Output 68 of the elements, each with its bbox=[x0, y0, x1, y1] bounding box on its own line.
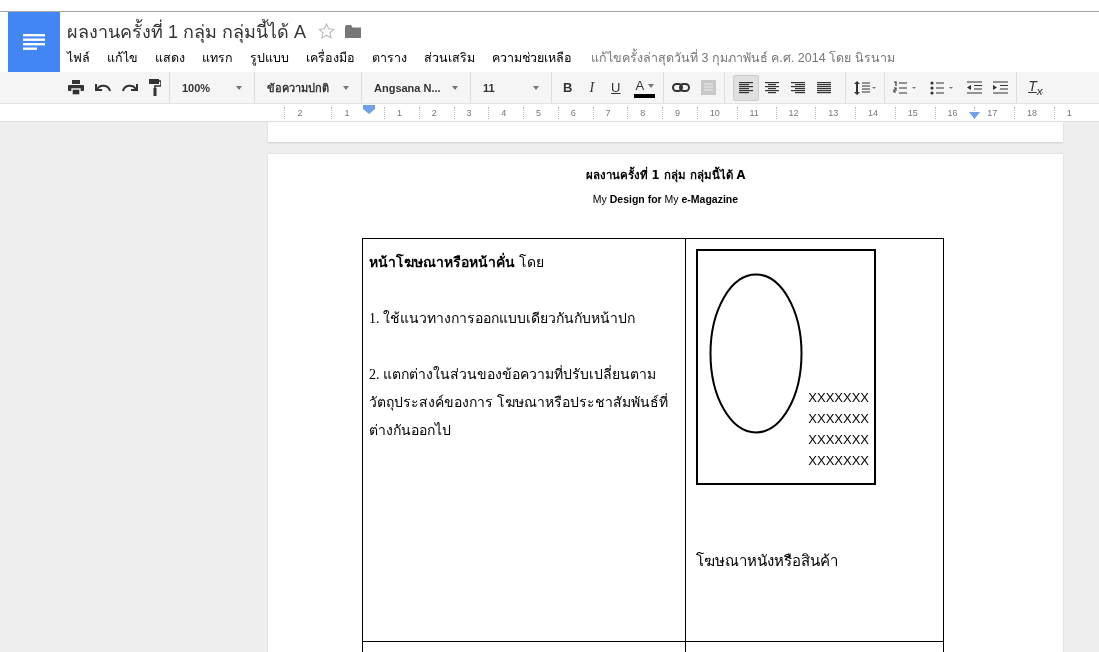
menu-item[interactable]: ตาราง bbox=[372, 48, 407, 68]
ruler-number: 13 bbox=[815, 106, 851, 119]
ruler-number: 8 bbox=[627, 106, 658, 119]
right-indent-marker-icon[interactable] bbox=[969, 111, 980, 119]
increase-indent-icon[interactable] bbox=[993, 81, 1009, 94]
ruler-number: 11 bbox=[736, 106, 771, 119]
underline-button[interactable]: U bbox=[608, 75, 624, 100]
document-title[interactable]: ผลงานครั้งที่ 1 กลุ่ม กลุ่มนี้ได้ A bbox=[67, 16, 307, 46]
document-subheading: My Design for My e-Magazine bbox=[592, 193, 739, 205]
align-left-icon bbox=[739, 81, 754, 94]
placeholder-text: XXXXXXX bbox=[808, 452, 869, 470]
undo-icon[interactable] bbox=[95, 82, 111, 93]
line-spacing-icon[interactable] bbox=[854, 80, 877, 95]
decrease-indent-icon[interactable] bbox=[967, 81, 983, 94]
ruler-number: 7 bbox=[592, 106, 623, 119]
menu-item[interactable]: แก้ไข bbox=[107, 48, 138, 68]
ruler-number: 2 bbox=[418, 106, 449, 119]
ruler-number: 1 bbox=[331, 106, 362, 119]
menu-item[interactable]: ไฟล์ bbox=[67, 48, 90, 68]
last-edit-link[interactable]: แก้ไขครั้งล่าสุดวันที่ 3 กุมภาพันธ์ ค.ศ. 2014 โดย นิรนาม bbox=[591, 48, 895, 68]
menu-item[interactable]: ส่วนเสริม bbox=[424, 48, 475, 68]
cell-paragraph: 1. ใช้แนวทางการออกแบบเดียวกันกับหน้าปก bbox=[369, 309, 636, 328]
menu-item[interactable]: แสดง bbox=[155, 48, 185, 68]
align-left-button[interactable] bbox=[733, 74, 760, 101]
cell-paragraph: หน้าโฆษณาหรือหน้าคั่น โดย bbox=[369, 249, 679, 277]
placeholder-text: XXXXXXX bbox=[808, 410, 869, 428]
cell-paragraph: 2. แตกต่างในส่วนของข้อความที่ปรับเปลี่ยนตามวัตถุประสงค์ของการ โฆษณาหรือประชาสัมพันธ์ที่ต่างกันออกไป bbox=[369, 364, 669, 440]
cell-caption: โฆษณาหนังหรือสินค้า bbox=[696, 551, 839, 571]
clear-formatting-button[interactable]: T$_{x}$ bbox=[1025, 75, 1046, 100]
italic-button[interactable]: I bbox=[586, 75, 598, 100]
font-size-dropdown[interactable]: 11 bbox=[479, 75, 543, 100]
ruler-number: 1 bbox=[384, 106, 414, 119]
document-heading: ผลงานครั้งที่ 1 กลุ่ม กลุ่มนี้ได้ A bbox=[585, 166, 746, 184]
comment-icon bbox=[701, 80, 717, 95]
text-color-button[interactable]: A bbox=[634, 77, 656, 98]
ruler-number: 6 bbox=[557, 106, 588, 119]
align-center-icon bbox=[765, 81, 780, 94]
print-icon[interactable] bbox=[68, 80, 84, 95]
ruler-number: 1 bbox=[1053, 106, 1084, 119]
redo-icon[interactable] bbox=[122, 82, 138, 93]
menu-item[interactable]: รูปแบบ bbox=[250, 48, 289, 68]
ruler-number: 9 bbox=[662, 106, 692, 119]
menu-item[interactable]: แทรก bbox=[202, 48, 233, 68]
align-right-icon bbox=[791, 81, 806, 94]
star-icon[interactable] bbox=[318, 23, 336, 39]
ruler-number: 16 bbox=[934, 106, 970, 119]
ruler-number: 15 bbox=[894, 106, 930, 119]
zoom-dropdown[interactable]: 100% bbox=[178, 75, 246, 100]
font-dropdown[interactable]: Angsana N... bbox=[370, 75, 462, 100]
ruler-number: 12 bbox=[775, 106, 811, 119]
menu-item[interactable]: ความช่วยเหลือ bbox=[492, 48, 572, 68]
ruler-number: 18 bbox=[1014, 106, 1050, 119]
paint-format-icon[interactable] bbox=[149, 79, 161, 96]
ruler-number: 3 bbox=[453, 106, 484, 119]
ruler-number: 5 bbox=[523, 106, 553, 119]
ruler-number: 14 bbox=[855, 106, 891, 119]
placeholder-text: XXXXXXX bbox=[808, 389, 869, 407]
docs-logo-icon[interactable] bbox=[8, 12, 60, 72]
ruler-number: 2 bbox=[284, 106, 315, 119]
ruler-number: 10 bbox=[696, 106, 732, 119]
align-justify-icon bbox=[817, 81, 832, 94]
style-dropdown[interactable]: ข้อความปกติ bbox=[263, 75, 353, 100]
folder-icon[interactable] bbox=[345, 24, 362, 38]
bold-button[interactable]: B bbox=[560, 75, 576, 100]
link-icon[interactable] bbox=[672, 83, 691, 92]
placeholder-text: XXXXXXX bbox=[808, 431, 869, 449]
menu-item[interactable]: เครื่องมือ bbox=[306, 48, 355, 68]
ruler-number: 4 bbox=[488, 106, 519, 119]
